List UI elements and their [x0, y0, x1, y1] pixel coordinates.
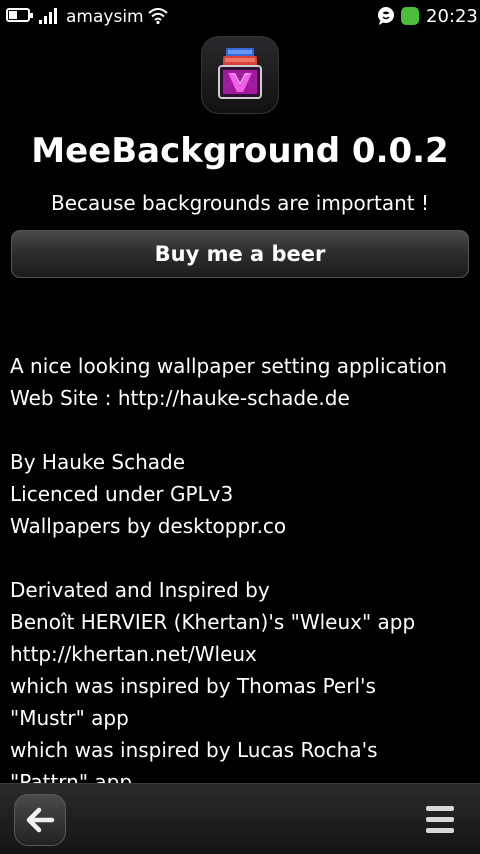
app-tagline: Because backgrounds are important ! [51, 191, 429, 215]
about-line: Web Site : http://hauke-schade.de [10, 386, 350, 410]
status-bar: amaysim 20:23 [0, 0, 480, 34]
carrier-name: amaysim [66, 7, 144, 27]
about-line: which was inspired by Thomas Perl's [10, 674, 376, 698]
back-arrow-icon [26, 807, 55, 833]
about-line: A nice looking wallpaper setting applica… [10, 354, 448, 378]
about-line: By Hauke Schade [10, 450, 186, 474]
about-line: which was inspired by Lucas Rocha's [10, 738, 378, 762]
about-line [10, 542, 480, 574]
about-text: A nice looking wallpaper setting applica… [10, 350, 480, 783]
about-line [10, 414, 480, 446]
about-line: "Mustr" app [10, 706, 129, 730]
message-icon [378, 7, 394, 25]
battery-icon [6, 8, 33, 22]
about-line: Licenced under GPLv3 [10, 482, 234, 506]
about-line: Wallpapers by desktoppr.co [10, 514, 287, 538]
about-line: http://khertan.net/Wleux [10, 642, 257, 666]
about-page: amaysim 20:23 MeeBackground 0.0.2 Becaus… [0, 0, 480, 854]
bottom-toolbar [0, 783, 480, 854]
about-line: Derivated and Inspired by [10, 578, 270, 602]
about-line: "Pattrn" app [10, 770, 133, 783]
app-title: MeeBackground 0.0.2 [31, 131, 449, 171]
clock: 20:23 [426, 6, 478, 27]
menu-button[interactable] [418, 802, 462, 838]
app-icon [201, 36, 279, 114]
buy-me-a-beer-button[interactable]: Buy me a beer [11, 230, 469, 278]
about-line: Benoît HERVIER (Khertan)'s "Wleux" app [10, 610, 416, 634]
back-button[interactable] [14, 794, 66, 846]
wifi-icon [148, 8, 168, 24]
signal-icon [39, 8, 59, 24]
presence-icon [401, 7, 419, 25]
